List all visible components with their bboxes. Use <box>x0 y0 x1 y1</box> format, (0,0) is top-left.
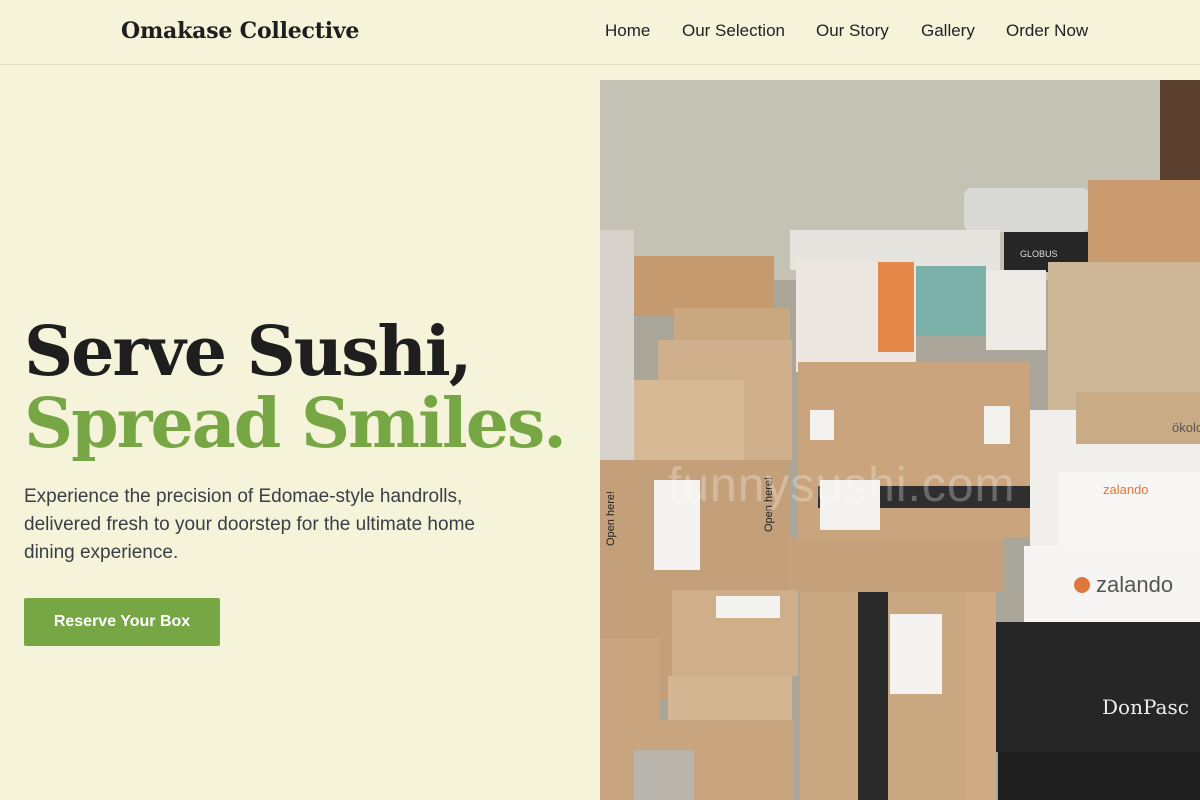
hero-image: GLOBUS zalando ökolo Open here! Open her… <box>600 80 1200 800</box>
hero-heading-line1: Serve Sushi, <box>24 312 472 392</box>
hero-heading-line2: Spread Smiles. <box>24 384 567 464</box>
box-label: ökolo <box>1172 420 1200 435</box>
reserve-box-button[interactable]: Reserve Your Box <box>24 598 220 646</box>
nav-gallery-link[interactable]: Gallery <box>921 21 975 41</box>
nav-our-story-link[interactable]: Our Story <box>816 21 889 41</box>
box-label: Open here! <box>605 491 617 546</box>
hero-description: Experience the precision of Edomae-style… <box>24 486 475 563</box>
watermark-text: funnysushi.com <box>668 459 1016 512</box>
box-label: zalando <box>1096 572 1173 597</box>
site-header: Omakase Collective Home Our Selection Ou… <box>0 0 1200 65</box>
nav-home-link[interactable]: Home <box>605 21 650 41</box>
boxes-illustration: GLOBUS zalando ökolo Open here! Open her… <box>600 80 1200 800</box>
box-label: GLOBUS <box>1020 249 1058 259</box>
nav-our-selection-link[interactable]: Our Selection <box>682 21 785 41</box>
box-label: DonPasc <box>1102 695 1189 719</box>
nav-order-now-link[interactable]: Order Now <box>1006 21 1088 41</box>
box-label: zalando <box>1103 482 1149 497</box>
main-nav: Home Our Selection Our Story Gallery Ord… <box>0 21 1200 45</box>
hero-heading: Serve Sushi, Spread Smiles. <box>24 316 584 460</box>
